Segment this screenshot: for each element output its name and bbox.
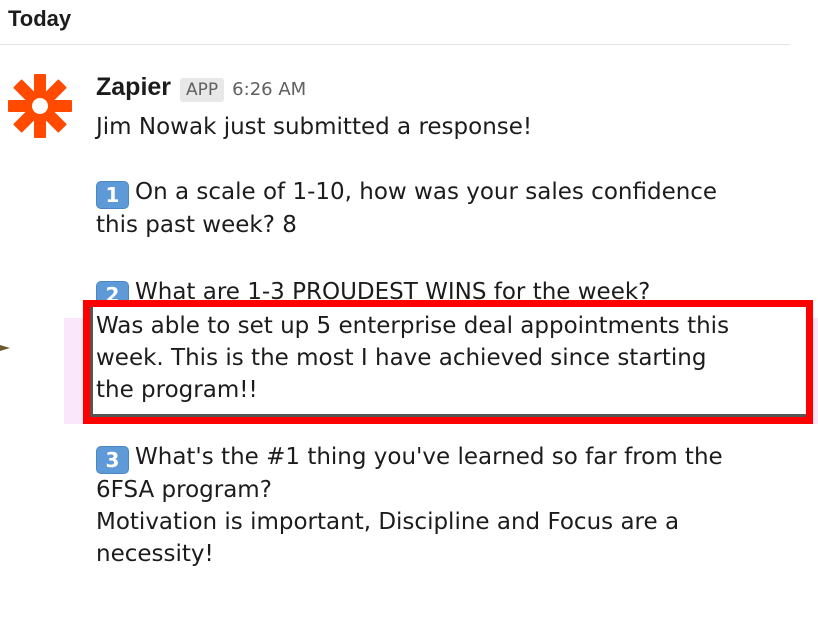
question-3: 3 What's the #1 thing you've learned so f… xyxy=(96,441,786,570)
question-1-line-1: 1 On a scale of 1-10, how was your sales … xyxy=(96,176,786,209)
answer-2-line-3: the program!! xyxy=(96,377,258,403)
keycap-1-icon: 1 xyxy=(96,181,129,209)
question-2-answer: Was able to set up 5 enterprise deal app… xyxy=(96,310,796,406)
question-1-text: On a scale of 1-10, how was your sales c… xyxy=(135,179,718,205)
question-1: 1 On a scale of 1-10, how was your sales … xyxy=(96,176,786,241)
arrow-marker-icon xyxy=(0,345,10,351)
question-3-text: What's the #1 thing you've learned so fa… xyxy=(135,444,723,470)
day-divider-label: Today xyxy=(8,6,72,31)
message-header: Zapier APP 6:26 AM xyxy=(96,73,306,102)
day-divider-line xyxy=(0,44,790,45)
keycap-2-icon: 2 xyxy=(96,281,129,300)
question-1-line-2: this past week? 8 xyxy=(96,212,297,238)
question-2-clipped: 2 What are 1-3 PROUDEST WINS for the week… xyxy=(96,272,786,300)
question-3-line-1: 3 What's the #1 thing you've learned so f… xyxy=(96,441,786,474)
question-2-text: What are 1-3 PROUDEST WINS for the week? xyxy=(135,279,651,300)
app-badge: APP xyxy=(180,78,225,102)
answer-3-line-1: Motivation is important, Discipline and … xyxy=(96,509,680,535)
keycap-3-icon: 3 xyxy=(96,446,129,474)
answer-2-line-1: Was able to set up 5 enterprise deal app… xyxy=(96,313,730,339)
zapier-logo-avatar[interactable] xyxy=(4,70,76,142)
intro-text: Jim Nowak just submitted a response! xyxy=(96,114,533,140)
answer-2-line-2: week. This is the most I have achieved s… xyxy=(96,345,707,371)
answer-3-line-2: necessity! xyxy=(96,541,214,567)
question-3-line-2: 6FSA program? xyxy=(96,477,272,503)
message-timestamp[interactable]: 6:26 AM xyxy=(232,79,306,100)
sender-name[interactable]: Zapier xyxy=(96,73,171,102)
message-intro: Jim Nowak just submitted a response! xyxy=(96,111,786,143)
